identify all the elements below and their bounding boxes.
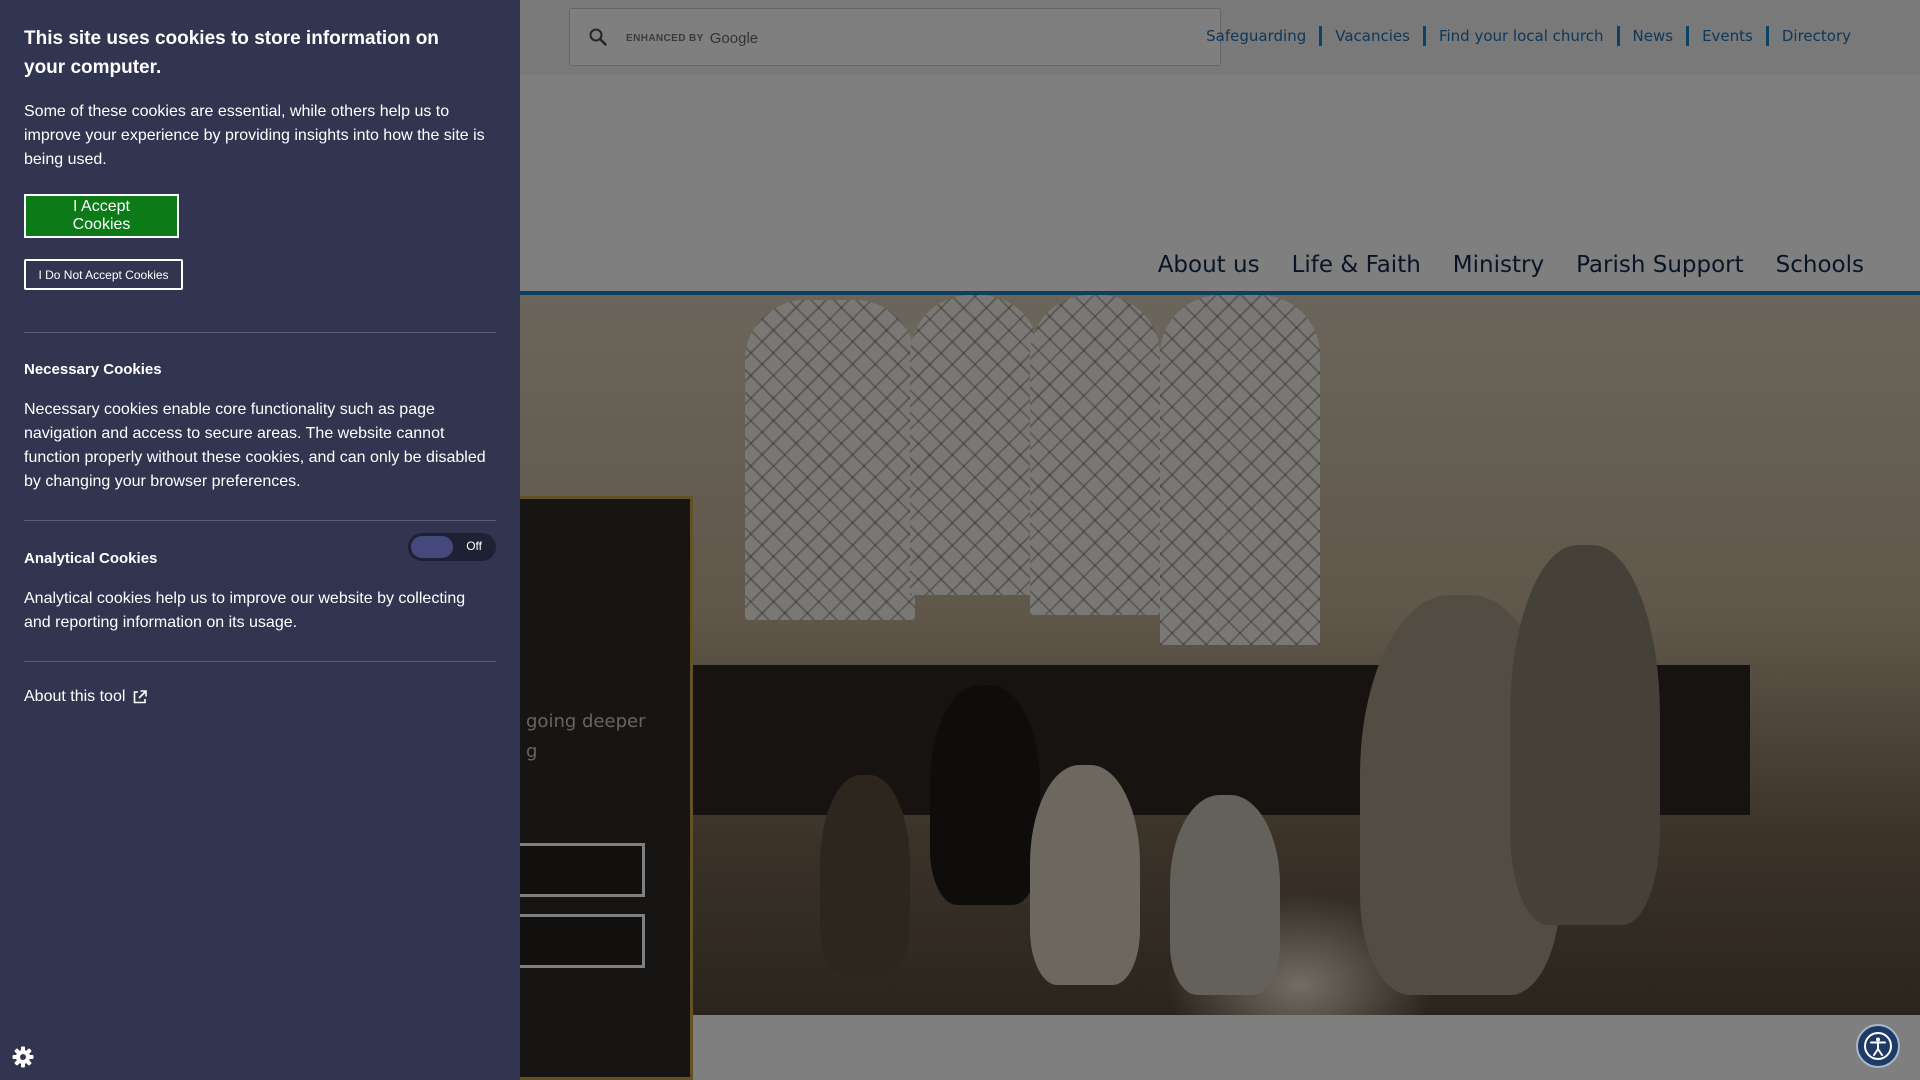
cookie-consent-panel: This site uses cookies to store informat… xyxy=(0,0,520,1080)
toggle-knob xyxy=(411,536,453,558)
divider xyxy=(24,661,496,662)
analytical-cookies-toggle[interactable]: Off xyxy=(408,533,496,561)
necessary-cookies-title: Necessary Cookies xyxy=(24,361,162,378)
cookie-corner-tab xyxy=(0,1000,80,1080)
necessary-cookies-text: Necessary cookies enable core functional… xyxy=(24,401,486,490)
accept-cookies-button[interactable]: I Accept Cookies xyxy=(24,194,179,238)
about-this-tool-link[interactable]: About this tool xyxy=(24,688,148,706)
cookie-gear-icon xyxy=(12,1046,34,1068)
divider xyxy=(24,520,496,521)
cookie-settings-button[interactable] xyxy=(0,1000,80,1080)
about-this-tool-label: About this tool xyxy=(24,688,126,705)
accessibility-button[interactable] xyxy=(1856,1024,1900,1068)
cookie-title: This site uses cookies to store informat… xyxy=(24,28,439,78)
accessibility-icon xyxy=(1864,1032,1892,1060)
reject-cookies-button[interactable]: I Do Not Accept Cookies xyxy=(24,259,183,290)
toggle-state-label: Off xyxy=(466,539,482,553)
external-link-icon xyxy=(134,690,148,704)
divider xyxy=(24,332,496,333)
analytical-cookies-text: Analytical cookies help us to improve ou… xyxy=(24,590,466,631)
cookie-intro: Some of these cookies are essential, whi… xyxy=(24,103,485,168)
